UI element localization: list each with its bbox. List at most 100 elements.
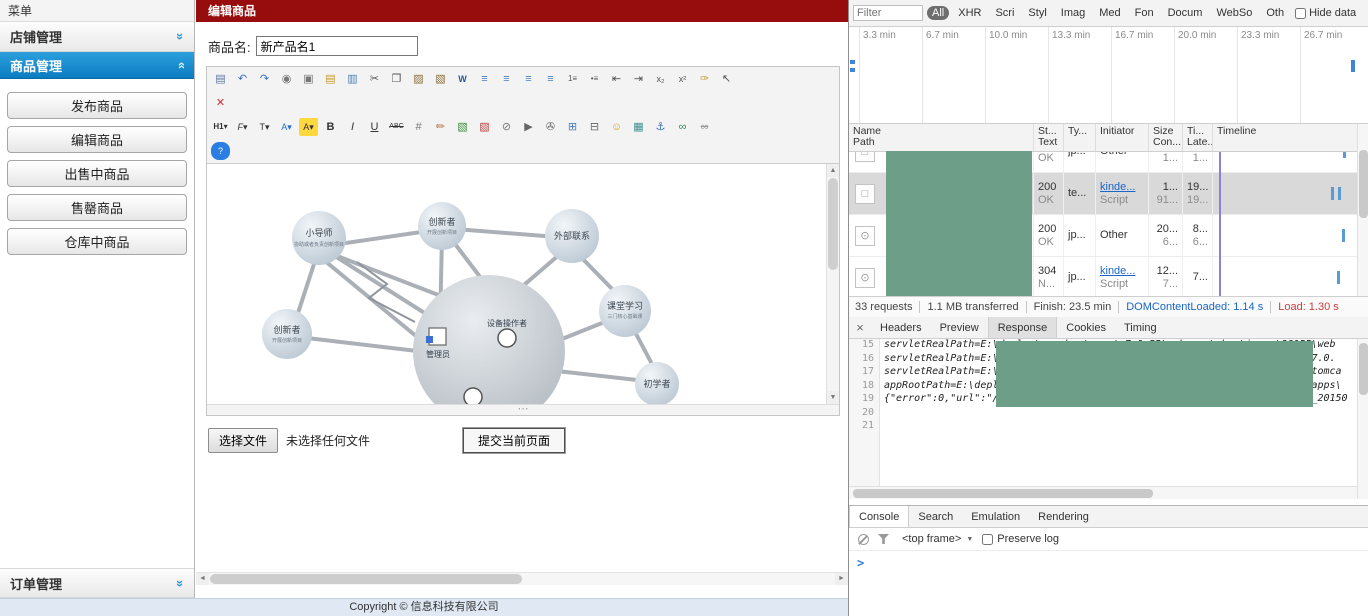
column-header[interactable]: Ti... Late... xyxy=(1183,124,1213,151)
hide-data-checkbox[interactable] xyxy=(1295,7,1307,19)
sidebar-item-store-management[interactable]: 店铺管理 » xyxy=(0,22,194,52)
underline-icon[interactable]: U xyxy=(365,118,384,136)
scroll-right-icon[interactable]: ► xyxy=(835,573,848,585)
copy-icon[interactable]: ❐ xyxy=(387,70,406,88)
console-output[interactable]: > xyxy=(849,551,1368,575)
emoticon-icon[interactable]: ☺ xyxy=(607,118,626,136)
diagram-operator-node[interactable] xyxy=(497,328,517,348)
preserve-log-toggle[interactable]: Preserve log xyxy=(982,533,1059,545)
filter-pill-images[interactable]: Imag xyxy=(1056,6,1090,20)
heading-icon[interactable]: H1▾ xyxy=(211,118,230,136)
tab-cookies[interactable]: Cookies xyxy=(1057,317,1115,338)
edit-product-button[interactable]: 编辑商品 xyxy=(7,126,187,153)
filter-pill-xhr[interactable]: XHR xyxy=(953,6,986,20)
filter-pill-style[interactable]: Styl xyxy=(1023,6,1051,20)
network-scrollbar[interactable] xyxy=(1357,124,1368,296)
choose-file-button[interactable]: 选择文件 xyxy=(208,428,279,453)
remove-format-icon[interactable]: ✏ xyxy=(431,118,450,136)
highlight-color-icon[interactable]: A▾ xyxy=(299,118,318,136)
outdent-icon[interactable]: ⇤ xyxy=(607,70,626,88)
paste-word-icon[interactable]: W xyxy=(453,70,472,88)
align-center-icon[interactable]: ≡ xyxy=(497,70,516,88)
tab-timing[interactable]: Timing xyxy=(1115,317,1166,338)
network-overview-timeline[interactable]: 3.3 min 6.7 min 10.0 min 13.3 min 16.7 min 20… xyxy=(849,27,1368,124)
tab-console[interactable]: Console xyxy=(849,506,910,527)
content-horizontal-scrollbar[interactable]: ◄ ► xyxy=(196,572,848,585)
diagram-bottom-node[interactable] xyxy=(463,387,483,404)
response-vertical-scrollbar[interactable] xyxy=(1357,339,1368,499)
preserve-log-checkbox[interactable] xyxy=(982,533,994,545)
editor-content-area[interactable]: 小导师 协助或者负责创新项目 创新者 开展创新项目 外部联系 课堂学习 三门核心… xyxy=(207,164,839,404)
scroll-left-icon[interactable]: ◄ xyxy=(196,573,209,585)
unlink-icon[interactable]: ∞ xyxy=(695,118,714,136)
publish-product-button[interactable]: 发布商品 xyxy=(7,92,187,119)
align-left-icon[interactable]: ≡ xyxy=(475,70,494,88)
anchor-icon[interactable]: ⚓ xyxy=(651,118,670,136)
attachment-icon[interactable]: ✇ xyxy=(541,118,560,136)
column-header[interactable]: Name Path xyxy=(849,124,1034,151)
preview-icon[interactable]: ◉ xyxy=(277,70,296,88)
scroll-down-icon[interactable]: ▼ xyxy=(827,391,839,404)
column-header[interactable]: Timeline xyxy=(1213,124,1357,151)
filter-pill-script[interactable]: Scri xyxy=(990,6,1019,20)
text-color-icon[interactable]: A▾ xyxy=(277,118,296,136)
filter-pill-websockets[interactable]: WebSo xyxy=(1211,6,1257,20)
tab-headers[interactable]: Headers xyxy=(871,317,931,338)
ordered-list-icon[interactable]: 1≡ xyxy=(563,70,582,88)
cut-icon[interactable]: ✂ xyxy=(365,70,384,88)
scrollbar-thumb[interactable] xyxy=(1359,343,1368,395)
sidebar-item-product-management[interactable]: 商品管理 » xyxy=(0,52,194,79)
subscript-icon[interactable]: x₂ xyxy=(651,70,670,88)
close-icon[interactable]: × xyxy=(849,317,871,338)
help-icon[interactable]: ? xyxy=(211,142,230,160)
column-header[interactable]: Initiator xyxy=(1096,124,1149,151)
undo-icon[interactable]: ↶ xyxy=(233,70,252,88)
clear-console-icon[interactable] xyxy=(858,533,869,545)
scrollbar-thumb[interactable] xyxy=(210,574,522,584)
source-icon[interactable]: ▤ xyxy=(211,70,230,88)
filter-pill-all[interactable]: All xyxy=(927,6,950,20)
tab-emulation[interactable]: Emulation xyxy=(962,506,1029,527)
warehouse-products-button[interactable]: 仓库中商品 xyxy=(7,228,187,255)
editor-resize-grip[interactable]: ⋯ xyxy=(207,404,839,415)
strikethrough-icon[interactable]: ABC xyxy=(387,118,406,136)
hide-data-toggle[interactable]: Hide data xyxy=(1295,7,1356,19)
tab-response[interactable]: Response xyxy=(987,317,1058,338)
filter-funnel-icon[interactable] xyxy=(878,534,889,544)
map-icon[interactable]: ▦ xyxy=(629,118,648,136)
submit-page-button[interactable]: 提交当前页面 xyxy=(462,427,567,454)
tab-search[interactable]: Search xyxy=(909,506,962,527)
paste-icon[interactable]: ▨ xyxy=(409,70,428,88)
border-grid-icon[interactable]: # xyxy=(409,118,428,136)
product-diagram-image[interactable]: 小导师 协助或者负责创新项目 创新者 开展创新项目 外部联系 课堂学习 三门核心… xyxy=(207,166,813,404)
column-header[interactable]: St... Text xyxy=(1034,124,1064,151)
image-upload-icon[interactable]: ▧ xyxy=(475,118,494,136)
filter-pill-media[interactable]: Med xyxy=(1094,6,1125,20)
scrollbar-thumb[interactable] xyxy=(853,489,1153,498)
column-header[interactable]: Ty... xyxy=(1064,124,1096,151)
align-right-icon[interactable]: ≡ xyxy=(519,70,538,88)
template-icon[interactable]: ▤ xyxy=(321,70,340,88)
sold-out-products-button[interactable]: 售罄商品 xyxy=(7,194,187,221)
indent-icon[interactable]: ⇥ xyxy=(629,70,648,88)
font-size-icon[interactable]: T▾ xyxy=(255,118,274,136)
scrollbar-thumb[interactable] xyxy=(1359,150,1368,218)
unordered-list-icon[interactable]: •≡ xyxy=(585,70,604,88)
hr-icon[interactable]: ⊟ xyxy=(585,118,604,136)
format-brush-icon[interactable]: ✑ xyxy=(695,70,714,88)
align-justify-icon[interactable]: ≡ xyxy=(541,70,560,88)
link-icon[interactable]: ∞ xyxy=(673,118,692,136)
response-horizontal-scrollbar[interactable] xyxy=(849,486,1357,499)
scrollbar-thumb[interactable] xyxy=(828,178,838,270)
print-icon[interactable]: ▣ xyxy=(299,70,318,88)
editor-vertical-scrollbar[interactable]: ▲ ▼ xyxy=(826,164,839,404)
font-name-icon[interactable]: F▾ xyxy=(233,118,252,136)
media-icon[interactable]: ▶ xyxy=(519,118,538,136)
filter-pill-other[interactable]: Oth xyxy=(1261,6,1289,20)
superscript-icon[interactable]: x² xyxy=(673,70,692,88)
flash-icon[interactable]: ⊘ xyxy=(497,118,516,136)
sidebar-item-order-management[interactable]: 订单管理 » xyxy=(0,568,194,598)
scroll-up-icon[interactable]: ▲ xyxy=(827,164,839,177)
image-icon[interactable]: ▧ xyxy=(453,118,472,136)
filter-input[interactable] xyxy=(853,5,923,21)
